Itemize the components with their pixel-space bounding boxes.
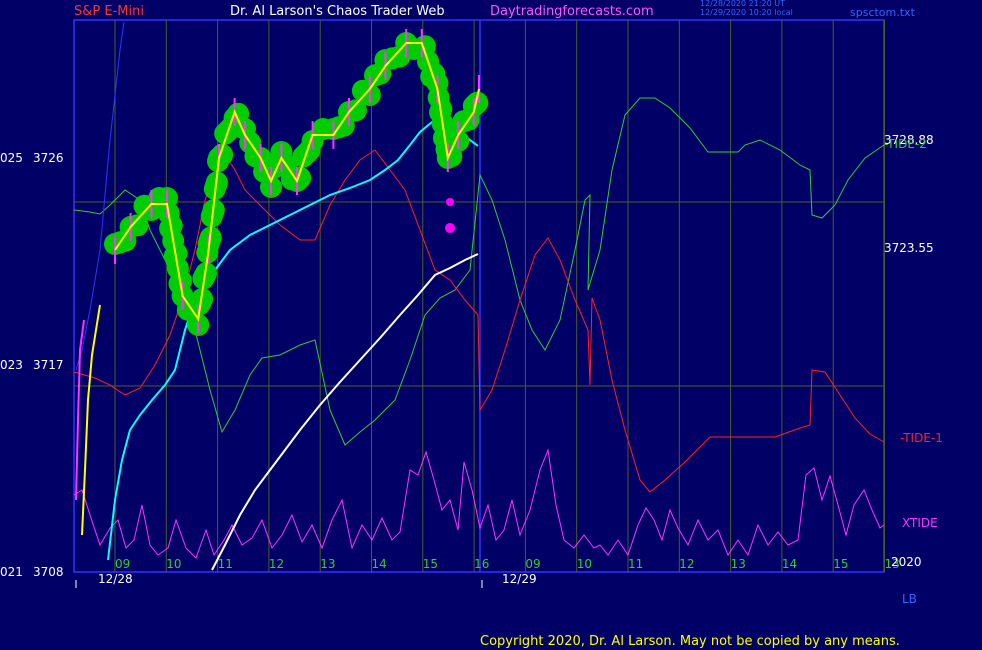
level-value-label: 3723.55 [884, 241, 934, 255]
x-tick-label: 09 [525, 557, 540, 571]
xtide-name-label: XTIDE [902, 516, 938, 530]
chart-canvas: 025 3726 023 3717 021 3708 09 10 11 12 13 14 15 16 09… [0, 19, 943, 606]
x-tick-label: 16 [474, 557, 489, 571]
y-tick-code-label: 021 [0, 565, 23, 579]
x-axis-labels: 09 10 11 12 13 14 15 16 09 10 11 12 13 14 15 13 [115, 557, 900, 571]
tide2-name-label: -TIDE-2 [884, 137, 927, 151]
marker-dot-2 [445, 223, 455, 233]
y-tick-value-label: 3726 [33, 151, 64, 165]
x-tick-label: 12 [269, 557, 284, 571]
axis-tag-label: LB [902, 592, 917, 606]
y-tick-code-label: 023 [0, 358, 23, 372]
x-tick-label: 14 [372, 557, 387, 571]
x-tick-label: 14 [782, 557, 797, 571]
x-tick-label: 13 [320, 557, 335, 571]
x-tick-label: 15 [423, 557, 438, 571]
slow-average-curve [211, 253, 479, 571]
date-label-1229: 12/29 [502, 572, 537, 586]
copyright-notice: Copyright 2020, Dr. Al Larson. May not b… [480, 634, 900, 649]
x-tick-label: 12 [679, 557, 694, 571]
price-lead-in [81, 304, 101, 536]
vertical-gridlines [114, 20, 885, 572]
marker-dot-1 [446, 198, 454, 206]
x-tick-label: 13 [731, 557, 746, 571]
y-tick-value-label: 3717 [33, 358, 64, 372]
x-tick-label: 11 [218, 557, 233, 571]
y-axis-labels: 025 3726 023 3717 021 3708 [0, 151, 64, 579]
x-tick-label: 10 [577, 557, 592, 571]
date-label-1228: 12/28 [98, 572, 133, 586]
corner-year-label: 2020 [891, 555, 922, 569]
x-tick-label: 10 [166, 557, 181, 571]
x-tick-label: 11 [628, 557, 643, 571]
x-tick-label: 09 [115, 557, 130, 571]
tide1-name-label: -TIDE-1 [900, 431, 943, 445]
x-tick-label: 15 [833, 557, 848, 571]
xtide-curve [73, 448, 885, 559]
y-tick-value-label: 3708 [33, 565, 64, 579]
y-tick-code-label: 025 [0, 151, 23, 165]
blue-line [75, 21, 125, 371]
